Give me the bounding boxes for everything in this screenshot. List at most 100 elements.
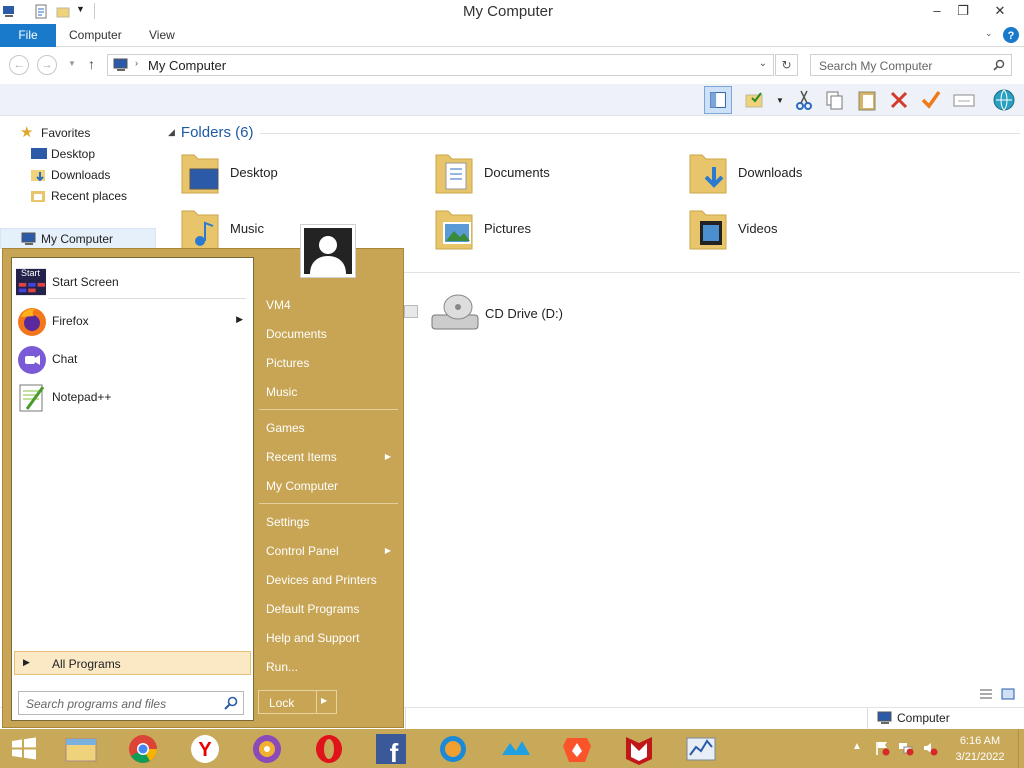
- nav-favorites[interactable]: ★ Favorites: [0, 123, 150, 144]
- folder-label: Pictures: [484, 221, 531, 236]
- rename-icon[interactable]: [950, 86, 978, 114]
- large-icons-view-icon[interactable]: [1001, 688, 1015, 700]
- nav-item-recent-places[interactable]: Recent places: [0, 186, 150, 207]
- skype-like-icon[interactable]: [424, 729, 482, 768]
- title-bar: ▼ My Computer ‒ ❐ ✕: [0, 0, 1024, 24]
- menu-item-music[interactable]: Music: [259, 380, 399, 404]
- performance-monitor-icon[interactable]: [672, 729, 730, 768]
- menu-item-settings[interactable]: Settings: [259, 510, 399, 534]
- network-icon[interactable]: [898, 740, 914, 756]
- menu-item-recent-items[interactable]: Recent Items ▶: [259, 445, 399, 469]
- forward-button[interactable]: →: [37, 55, 57, 75]
- search-input[interactable]: Search My Computer: [810, 54, 1012, 76]
- tab-computer[interactable]: Computer: [69, 24, 122, 47]
- divider: [316, 691, 317, 713]
- menu-item-games[interactable]: Games: [259, 416, 399, 440]
- lock-options-arrow-icon[interactable]: ▶: [321, 696, 327, 705]
- start-menu-programs-panel: Start Start Screen Firefox ▶ Chat Notepa…: [11, 257, 254, 721]
- folder-pictures[interactable]: Pictures: [434, 205, 614, 255]
- user-avatar[interactable]: [300, 224, 356, 278]
- opera-icon[interactable]: [300, 729, 358, 768]
- pinned-start-screen[interactable]: Start Start Screen: [12, 264, 253, 300]
- tab-view[interactable]: View: [149, 24, 175, 47]
- folder-label: Videos: [738, 221, 778, 236]
- folder-documents[interactable]: Documents: [434, 149, 614, 199]
- menu-item-my-computer[interactable]: My Computer: [259, 474, 399, 498]
- show-desktop-button[interactable]: [1018, 729, 1024, 768]
- menu-item-control-panel[interactable]: Control Panel ▶: [259, 539, 399, 563]
- pinned-chat[interactable]: Chat: [12, 341, 253, 377]
- clock-time: 6:16 AM: [959, 735, 1001, 747]
- mcafee-icon[interactable]: [610, 729, 668, 768]
- folder-videos[interactable]: Videos: [688, 205, 868, 255]
- expand-arrow-icon: ▶: [23, 657, 30, 667]
- file-explorer-icon[interactable]: [52, 729, 110, 768]
- address-dropdown-icon[interactable]: ⌄: [759, 58, 767, 69]
- menu-item-user[interactable]: VM4: [259, 293, 399, 317]
- expand-ribbon-icon[interactable]: ⌄: [985, 28, 993, 39]
- volume-icon[interactable]: [922, 740, 938, 756]
- back-button[interactable]: ←: [9, 55, 29, 75]
- music-folder-icon: [181, 210, 219, 250]
- menu-item-run[interactable]: Run...: [259, 655, 399, 679]
- pinned-notepadpp[interactable]: Notepad++: [12, 379, 253, 415]
- drive-cd[interactable]: CD Drive (D:): [430, 289, 610, 339]
- paste-icon[interactable]: [853, 86, 881, 114]
- facebook-icon[interactable]: f: [362, 729, 420, 768]
- svg-text:Y: Y: [198, 739, 212, 761]
- maximize-button[interactable]: ❐: [950, 0, 976, 22]
- menu-item-devices-printers[interactable]: Devices and Printers: [259, 568, 399, 592]
- folder-label: Downloads: [738, 165, 803, 180]
- close-button[interactable]: ✕: [976, 0, 1024, 22]
- pinned-label: Chat: [52, 352, 78, 366]
- nav-item-my-computer[interactable]: My Computer: [0, 228, 156, 249]
- yandex-icon[interactable]: Y: [176, 729, 234, 768]
- documents-folder-icon: [435, 154, 473, 194]
- tor-browser-icon[interactable]: [238, 729, 296, 768]
- brave-icon[interactable]: [548, 729, 606, 768]
- start-icon-text: Start: [21, 268, 41, 278]
- select-folder-icon[interactable]: [742, 86, 770, 114]
- status-divider: [867, 708, 868, 729]
- clock[interactable]: 6:16 AM 3/21/2022: [942, 733, 1018, 765]
- app-icon[interactable]: [486, 729, 544, 768]
- delete-icon[interactable]: [885, 86, 913, 114]
- menu-item-pictures[interactable]: Pictures: [259, 351, 399, 375]
- folder-downloads[interactable]: Downloads: [688, 149, 868, 199]
- checkmark-icon[interactable]: [917, 86, 945, 114]
- nav-item-desktop[interactable]: Desktop: [0, 144, 150, 165]
- up-button[interactable]: ↑: [88, 56, 95, 72]
- action-center-flag-icon[interactable]: [874, 740, 890, 756]
- window-title: My Computer: [462, 3, 554, 20]
- nav-item-downloads[interactable]: Downloads: [0, 165, 150, 186]
- refresh-button[interactable]: ↻: [775, 54, 798, 76]
- status-location: Computer: [897, 711, 950, 725]
- lock-button[interactable]: Lock ▶: [258, 690, 337, 714]
- search-programs-input[interactable]: Search programs and files: [18, 691, 244, 715]
- pinned-label: Firefox: [52, 314, 89, 328]
- windows-start-icon[interactable]: [0, 729, 48, 768]
- menu-item-default-programs[interactable]: Default Programs: [259, 597, 399, 621]
- nav-item-label: Desktop: [51, 147, 96, 161]
- user-icon: [304, 228, 352, 274]
- details-view-icon[interactable]: [979, 688, 993, 700]
- show-hidden-icons-icon[interactable]: ▲: [852, 741, 862, 752]
- chrome-icon[interactable]: [114, 729, 172, 768]
- preview-pane-icon[interactable]: [704, 86, 732, 114]
- folder-desktop[interactable]: Desktop: [180, 149, 360, 199]
- all-programs-button[interactable]: ▶ All Programs: [14, 651, 251, 675]
- address-bar[interactable]: › My Computer ⌄: [107, 54, 774, 76]
- menu-item-documents[interactable]: Documents: [259, 322, 399, 346]
- folder-label: Documents: [484, 165, 550, 180]
- copy-icon[interactable]: [821, 86, 849, 114]
- help-icon[interactable]: ?: [1003, 27, 1019, 43]
- globe-icon[interactable]: [990, 86, 1018, 114]
- cut-icon[interactable]: [790, 86, 818, 114]
- tab-file[interactable]: File: [0, 24, 56, 47]
- pinned-firefox[interactable]: Firefox ▶: [12, 303, 253, 339]
- minimize-button[interactable]: ‒: [924, 0, 950, 22]
- recent-locations-icon[interactable]: ▼: [68, 59, 76, 68]
- menu-item-help-support[interactable]: Help and Support: [259, 626, 399, 650]
- folders-group-header[interactable]: ◢ Folders (6): [168, 124, 253, 141]
- dropdown-chevron-icon[interactable]: ▼: [776, 96, 784, 105]
